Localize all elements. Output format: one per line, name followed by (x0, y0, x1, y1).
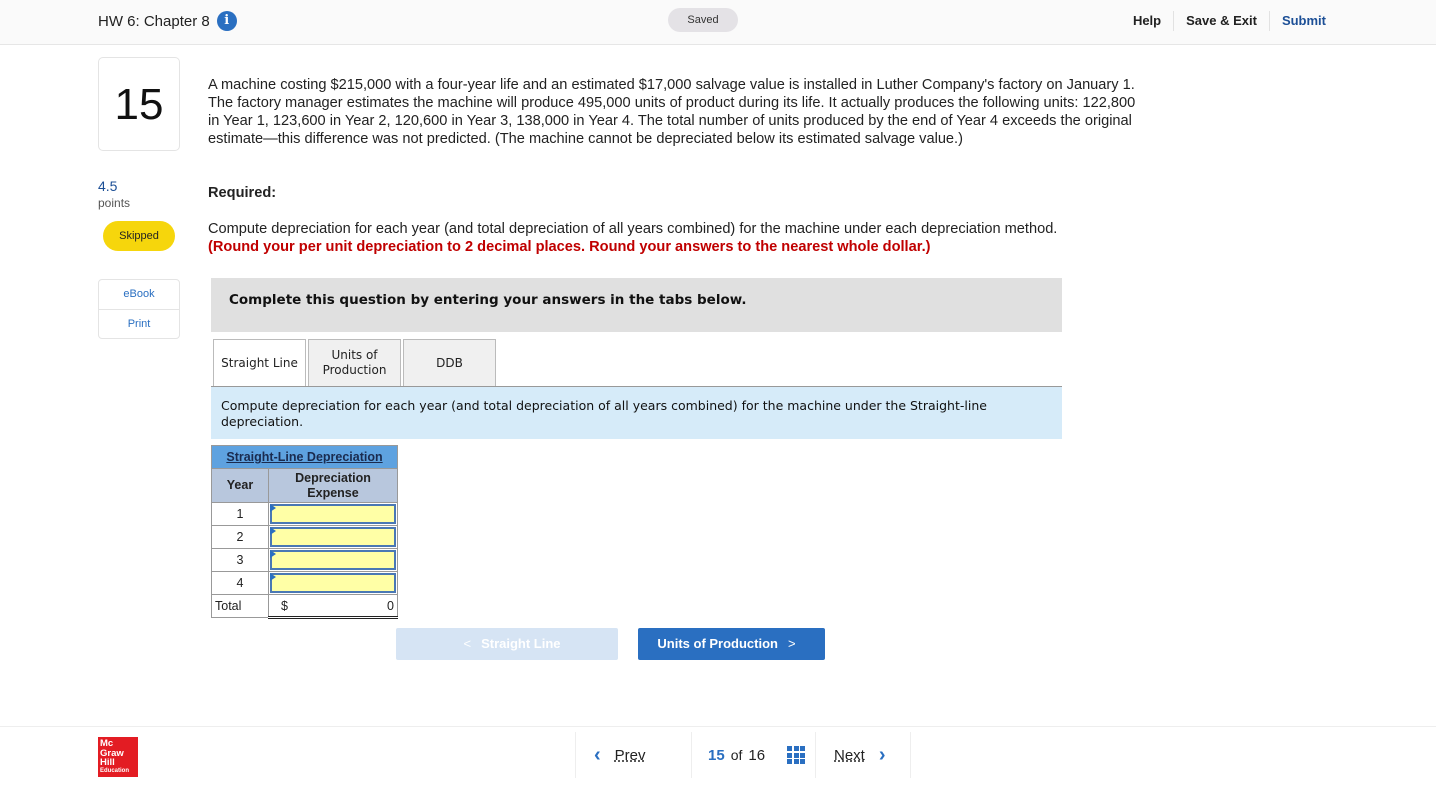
total-value-cell: $ 0 (268, 594, 398, 619)
current-page: 15 (708, 746, 725, 764)
year-3-expense-input[interactable] (270, 550, 396, 570)
chevron-right-icon: > (788, 636, 796, 651)
chevron-right-icon: › (878, 743, 886, 766)
input-flag-icon (270, 527, 276, 535)
next-question[interactable]: Next › (815, 732, 911, 778)
input-flag-icon (270, 573, 276, 581)
tab-straight-line[interactable]: Straight Line (213, 339, 306, 388)
top-header: HW 6: Chapter 8 i Saved Help Save & Exit… (0, 0, 1436, 45)
question-pager: ‹ Prev 15 of 16 Next › (575, 732, 911, 778)
chevron-left-icon: ‹ (594, 743, 601, 766)
table-row: 4 (211, 571, 398, 595)
year-cell: 2 (211, 525, 269, 549)
logo-line: Education (100, 767, 130, 774)
next-link[interactable]: Next (834, 747, 865, 764)
mcgraw-hill-logo: Mc Graw Hill Education (98, 737, 138, 777)
answer-banner: Complete this question by entering your … (211, 278, 1062, 332)
year-1-expense-input[interactable] (270, 504, 396, 524)
next-tab-label: Units of Production (657, 636, 778, 651)
rounding-note: (Round your per unit depreciation to 2 d… (208, 239, 931, 255)
chevron-left-icon: < (463, 636, 472, 651)
header-year: Year (211, 468, 269, 503)
table-row: 3 (211, 548, 398, 572)
question-text: A machine costing $215,000 with a four-y… (208, 77, 1136, 147)
year-2-expense-input[interactable] (270, 527, 396, 547)
header-depreciation-expense: Depreciation Expense (268, 468, 398, 503)
year-cell: 3 (211, 548, 269, 572)
of-label: of (730, 747, 743, 763)
assignment-title-text: HW 6: Chapter 8 (98, 12, 210, 30)
tab-units-of-production[interactable]: Units of Production (308, 339, 401, 387)
tab-ddb[interactable]: DDB (403, 339, 496, 387)
question-number: 15 (98, 57, 180, 151)
straight-line-table: Straight-Line Depreciation Year Deprecia… (211, 445, 398, 619)
expense-cell (268, 548, 398, 572)
points-value: 4.5 (98, 178, 118, 194)
total-amount: 0 (387, 599, 394, 613)
points-label: points (98, 196, 131, 210)
prev-link[interactable]: Prev (615, 747, 646, 764)
help-link[interactable]: Help (1121, 10, 1173, 32)
table-row: 2 (211, 525, 398, 549)
input-flag-icon (270, 550, 276, 558)
logo-line: Hill (100, 757, 115, 768)
saved-status: Saved (668, 8, 738, 32)
table-row: 1 (211, 502, 398, 526)
prev-tab-label: Straight Line (481, 636, 561, 651)
instructions: Compute depreciation for each year (and … (208, 220, 1148, 256)
total-label: Total (211, 594, 269, 618)
table-title: Straight-Line Depreciation (211, 445, 398, 469)
total-pages: 16 (748, 746, 766, 764)
year-4-expense-input[interactable] (270, 573, 396, 593)
prev-tab-button[interactable]: < Straight Line (396, 628, 618, 660)
grid-icon[interactable] (787, 746, 806, 764)
expense-cell (268, 502, 398, 526)
info-icon[interactable]: i (216, 11, 237, 31)
year-cell: 1 (211, 502, 269, 526)
assignment-title: HW 6: Chapter 8 i (98, 11, 237, 31)
prev-question[interactable]: ‹ Prev (575, 732, 691, 778)
total-row: Total $ 0 (211, 594, 398, 619)
page-indicator: 15 of 16 (691, 732, 815, 778)
year-cell: 4 (211, 571, 269, 595)
footer-divider (0, 726, 1436, 727)
expense-cell (268, 571, 398, 595)
submit-link[interactable]: Submit (1270, 10, 1326, 32)
required-heading: Required: (208, 185, 277, 201)
resource-links: eBook Print (98, 279, 180, 339)
save-exit-link[interactable]: Save & Exit (1174, 10, 1269, 32)
status-badge: Skipped (103, 221, 175, 251)
tab-description: Compute depreciation for each year (and … (211, 387, 1062, 439)
print-link[interactable]: Print (99, 309, 179, 338)
instruction-text: Compute depreciation for each year (and … (208, 221, 1058, 237)
method-tabs: Straight Line Units of Production DDB (213, 339, 498, 388)
next-tab-button[interactable]: Units of Production > (638, 628, 825, 660)
expense-cell (268, 525, 398, 549)
ebook-link[interactable]: eBook (99, 280, 179, 309)
header-links: Help Save & Exit Submit (1121, 10, 1326, 32)
input-flag-icon (270, 504, 276, 512)
currency-symbol: $ (281, 599, 288, 613)
